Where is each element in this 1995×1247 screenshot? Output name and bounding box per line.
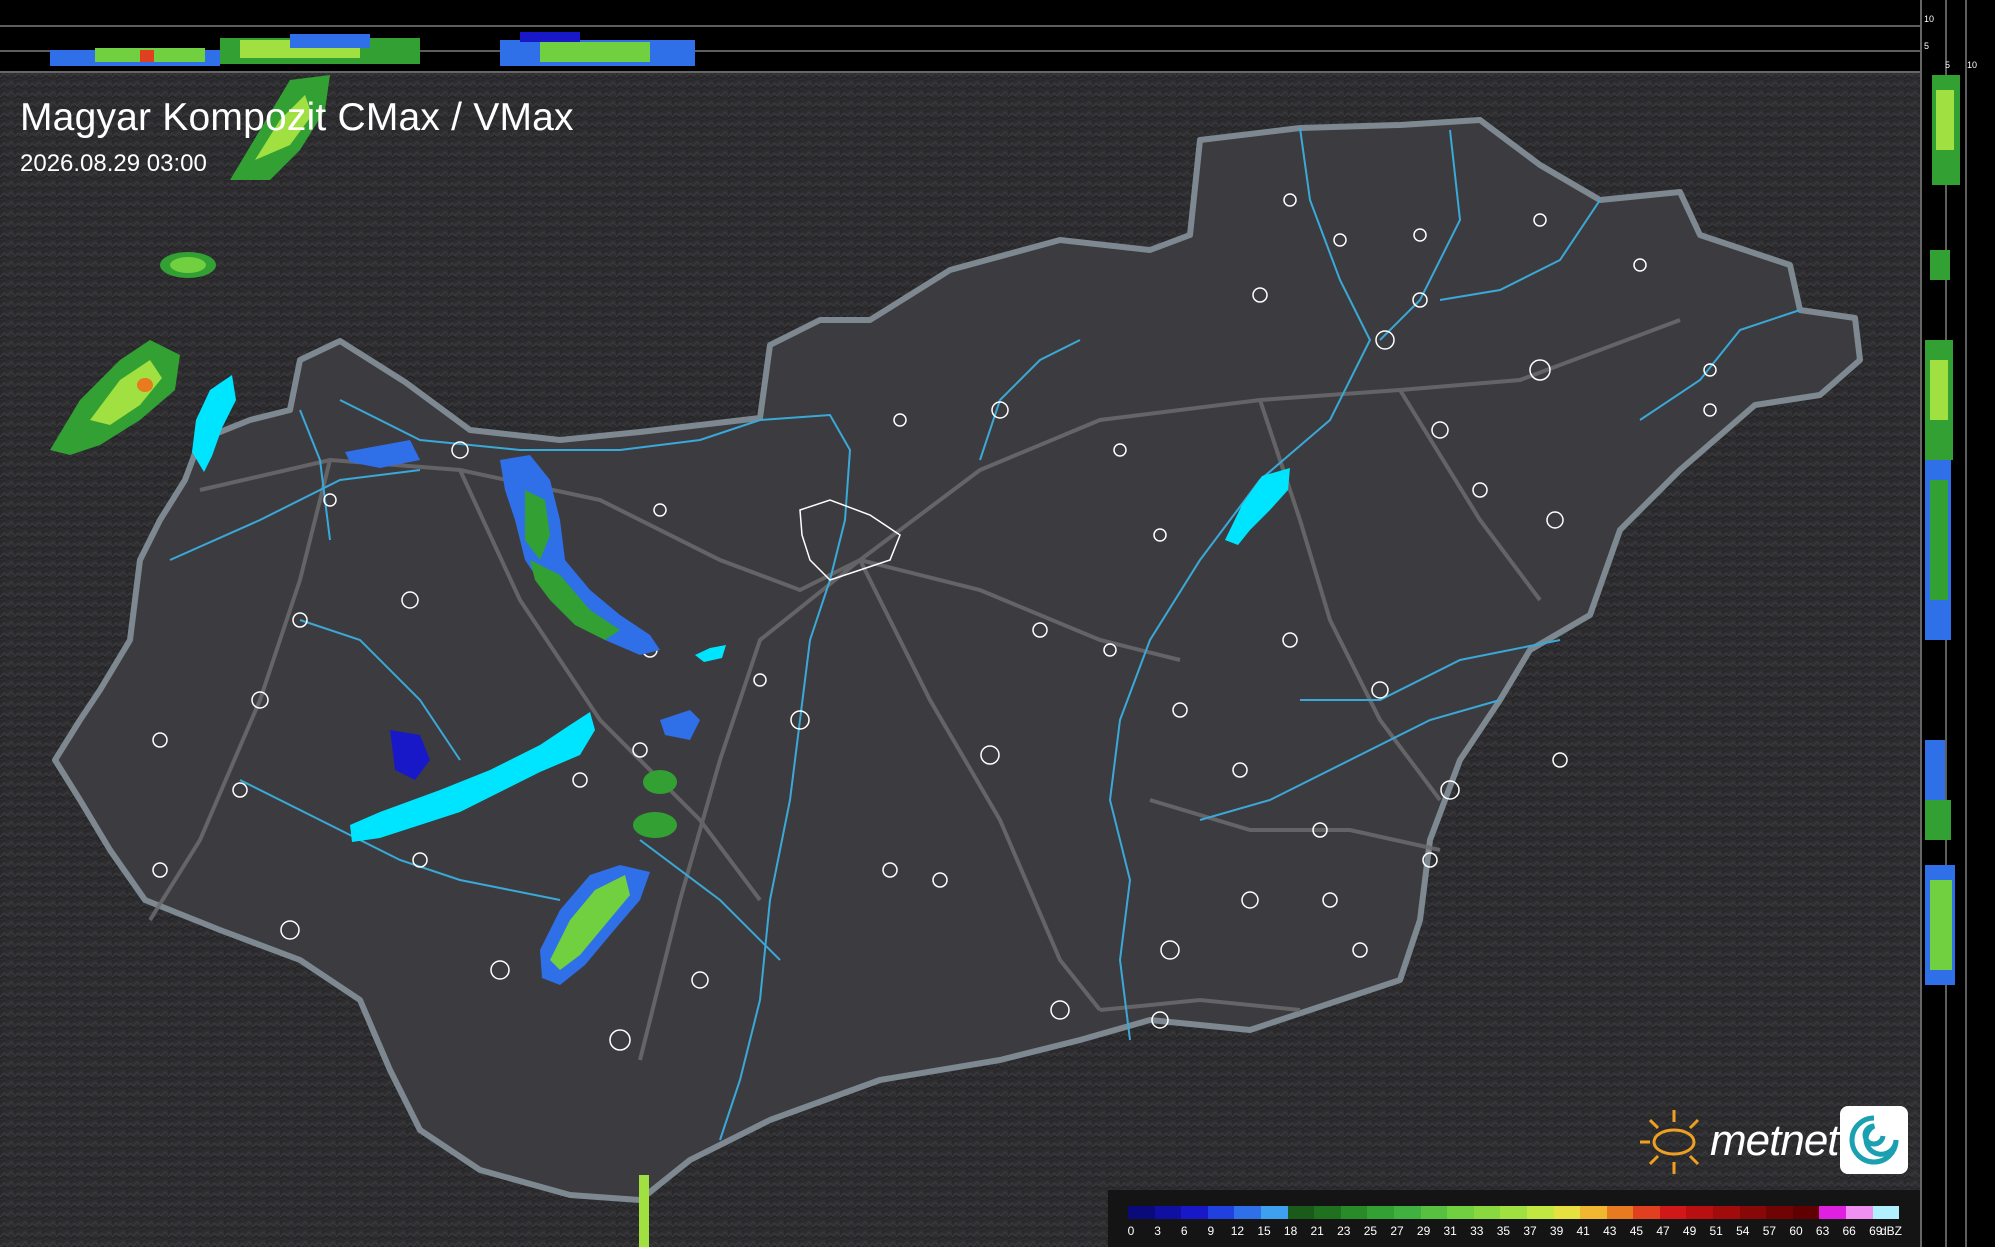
legend-swatch	[1659, 1206, 1687, 1219]
legend-label: 3	[1154, 1224, 1161, 1238]
legend-label: 6	[1180, 1224, 1188, 1238]
legend-label: 41	[1576, 1224, 1590, 1238]
legend-label: 33	[1470, 1224, 1484, 1238]
legend-label: 51	[1709, 1224, 1723, 1238]
legend-swatch	[1633, 1206, 1660, 1219]
legend-swatch	[1287, 1206, 1315, 1219]
legend-swatch	[1819, 1206, 1847, 1219]
legend-label: 12	[1230, 1224, 1245, 1238]
brand-name: metnet	[1710, 1116, 1840, 1165]
legend-label: 35	[1496, 1224, 1511, 1238]
sun-logo-icon	[1640, 1110, 1700, 1174]
legend-label: 23	[1337, 1224, 1351, 1238]
legend-label: 54	[1736, 1224, 1750, 1238]
legend-swatch	[1713, 1206, 1740, 1219]
legend-unit: dBZ	[1880, 1224, 1903, 1238]
legend-label: 18	[1283, 1224, 1298, 1238]
legend-swatch	[1739, 1206, 1767, 1219]
legend-swatch	[1154, 1206, 1182, 1219]
legend-label: 27	[1390, 1224, 1404, 1238]
legend-swatch	[1553, 1206, 1581, 1219]
legend-label: 60	[1789, 1224, 1803, 1238]
legend-label: 9	[1207, 1224, 1215, 1238]
legend-swatch	[1872, 1206, 1900, 1219]
legend-label: 43	[1603, 1224, 1617, 1238]
legend-color-bar	[1128, 1206, 1900, 1219]
legend-swatch	[1234, 1206, 1261, 1219]
map-title: Magyar Kompozit CMax / VMax	[20, 96, 574, 139]
legend-label: 47	[1656, 1224, 1670, 1238]
legend-swatch	[1260, 1206, 1288, 1219]
legend-label: 31	[1443, 1224, 1457, 1238]
dbz-legend: 0 3 6 9 12 15 18 21 23 25 27 29 31 33 35 37 39 41 43 45 47 49…	[1108, 1190, 1920, 1247]
map-timestamp: 2026.08.29 03:00	[20, 150, 207, 177]
legend-label: 25	[1363, 1224, 1378, 1238]
legend-swatch	[1606, 1206, 1634, 1219]
side-scale-label-10: 10	[1967, 60, 1978, 70]
legend-label: 39	[1549, 1224, 1564, 1238]
side-scale-label-5: 5	[1945, 60, 1951, 70]
legend-swatch	[1580, 1206, 1607, 1219]
legend-label: 63	[1815, 1224, 1830, 1238]
swirl-logo-icon	[1840, 1106, 1908, 1174]
legend-swatch	[1181, 1206, 1208, 1219]
legend-swatch	[1420, 1206, 1448, 1219]
legend-swatch	[1792, 1206, 1820, 1219]
legend-swatch	[1686, 1206, 1714, 1219]
legend-swatch	[1473, 1206, 1501, 1219]
legend-swatch	[1500, 1206, 1527, 1219]
legend-swatch	[1340, 1206, 1368, 1219]
map-canvas	[0, 0, 1995, 1247]
legend-label: 66	[1842, 1224, 1856, 1238]
brand-logo: metnet	[1632, 1098, 1912, 1188]
legend-swatch	[1447, 1206, 1474, 1219]
legend-label: 21	[1310, 1224, 1324, 1238]
radar-map-view: 10 5 5 10 Magyar Kompozit CMax / VMax 20…	[0, 0, 1995, 1247]
legend-label: 49	[1682, 1224, 1697, 1238]
legend-label: 15	[1257, 1224, 1271, 1238]
legend-label: 57	[1762, 1224, 1777, 1238]
legend-swatch	[1314, 1206, 1341, 1219]
legend-swatch	[1207, 1206, 1235, 1219]
legend-swatch	[1766, 1206, 1793, 1219]
legend-swatch	[1846, 1206, 1873, 1219]
legend-label: 29	[1416, 1224, 1431, 1238]
legend-swatch	[1128, 1206, 1155, 1219]
legend-label: 37	[1523, 1224, 1537, 1238]
top-scale-label-10: 10	[1924, 14, 1935, 24]
legend-swatch	[1526, 1206, 1554, 1219]
legend-label: 45	[1629, 1224, 1644, 1238]
legend-swatch	[1367, 1206, 1394, 1219]
legend-swatch	[1393, 1206, 1421, 1219]
legend-label: 0	[1127, 1224, 1135, 1238]
top-scale-label-5: 5	[1924, 41, 1930, 51]
